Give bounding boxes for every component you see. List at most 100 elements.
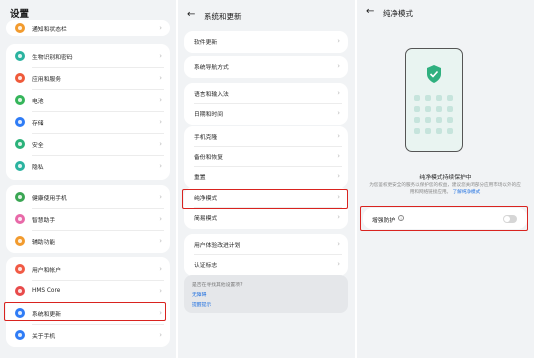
shield-icon bbox=[427, 65, 441, 83]
settings-item-label: 电池 bbox=[32, 98, 44, 105]
description-text: 为您鉴权更安全的服务以保护您的权益，建议您关闭部分应用市场以外的应用和网络链接应… bbox=[369, 183, 521, 195]
settings-item[interactable]: 生物识别和密码 › bbox=[6, 45, 170, 67]
system-item[interactable]: 语言和输入法 › bbox=[184, 83, 348, 103]
settings-item[interactable]: 健康使用手机 › bbox=[6, 186, 170, 208]
settings-item[interactable]: 用户和帐户 › bbox=[6, 258, 170, 280]
system-item[interactable]: 软件更新 › bbox=[184, 31, 348, 51]
chevron-right-icon: › bbox=[159, 74, 162, 82]
settings-item[interactable]: 电池 › bbox=[6, 89, 170, 111]
settings-item[interactable]: 存储 › bbox=[6, 111, 170, 133]
learn-more-link[interactable]: 了解纯净模式 bbox=[453, 190, 481, 195]
chevron-right-icon: › bbox=[159, 237, 162, 245]
settings-item[interactable]: 辅助功能 › bbox=[6, 230, 170, 252]
help-link-accessibility[interactable]: 无障碍 bbox=[192, 291, 206, 298]
settings-item[interactable]: HMS Core › bbox=[6, 280, 170, 302]
system-item[interactable]: 认证标志 › bbox=[184, 254, 348, 274]
hms-core-icon bbox=[15, 286, 25, 296]
settings-item[interactable]: 智慧助手 › bbox=[6, 208, 170, 230]
settings-item[interactable]: 关于手机 › bbox=[6, 324, 170, 346]
chevron-right-icon: › bbox=[159, 96, 162, 104]
settings-item-label: 关于手机 bbox=[32, 333, 56, 340]
system-group: 软件更新 › bbox=[184, 31, 348, 53]
assistant-icon bbox=[15, 214, 25, 224]
app-placeholder bbox=[414, 95, 420, 101]
settings-item[interactable]: 应用和服务 › bbox=[6, 67, 170, 89]
user-icon bbox=[15, 264, 25, 274]
settings-top-card: 通知和状态栏 › bbox=[6, 20, 170, 36]
settings-panel: 设置 通知和状态栏 › 生物识别和密码 › 应用和服务 › 电池 › 存储 › 安全 › 隐私 › 健… bbox=[0, 0, 176, 358]
chevron-right-icon: › bbox=[159, 265, 162, 273]
help-card: 是否在寻找其他设置项? 无障碍 提醒提示 bbox=[184, 275, 348, 313]
system-item[interactable]: 重置 › bbox=[184, 166, 348, 186]
about-phone-icon bbox=[15, 330, 25, 340]
settings-group-1: 生物识别和密码 › 应用和服务 › 电池 › 存储 › 安全 › 隐私 › bbox=[6, 44, 170, 180]
system-item-label: 软件更新 bbox=[194, 39, 218, 46]
chevron-right-icon: › bbox=[337, 109, 340, 117]
system-item[interactable]: 备份和恢复 › bbox=[184, 146, 348, 166]
app-placeholder bbox=[414, 128, 420, 134]
settings-item-label: 隐私 bbox=[32, 164, 44, 171]
pure-mode-description: 为您鉴权更安全的服务以保护您的权益，建议您关闭部分应用市场以外的应用和网络链接应… bbox=[369, 183, 521, 196]
chevron-right-icon: › bbox=[159, 215, 162, 223]
app-placeholder bbox=[425, 95, 431, 101]
arrow-left-icon[interactable]: ← bbox=[187, 9, 195, 20]
system-item[interactable]: 系统导航方式 › bbox=[184, 56, 348, 76]
system-update-panel: ← 系统和更新 软件更新 › 系统导航方式 › 语言和输入法 › 日期和时间 › 手机克隆 › 备份… bbox=[178, 0, 355, 358]
chevron-right-icon: › bbox=[337, 62, 340, 70]
chevron-right-icon: › bbox=[159, 52, 162, 60]
app-placeholder bbox=[447, 117, 453, 123]
chevron-right-icon: › bbox=[337, 152, 340, 160]
settings-item-label: HMS Core bbox=[32, 288, 61, 294]
chevron-right-icon: › bbox=[159, 331, 162, 339]
app-placeholder bbox=[414, 106, 420, 112]
chevron-right-icon: › bbox=[159, 140, 162, 148]
chevron-right-icon: › bbox=[337, 213, 340, 221]
settings-item[interactable]: 安全 › bbox=[6, 133, 170, 155]
chevron-right-icon: › bbox=[337, 172, 340, 180]
help-link-reminders[interactable]: 提醒提示 bbox=[192, 301, 211, 308]
system-item[interactable]: 简易模式 › bbox=[184, 207, 348, 227]
security-icon bbox=[15, 139, 25, 149]
pure-mode-panel: ← 纯净模式 纯净模式持续保护中 为您鉴权更安全的服务以保护您的权益，建议您关闭… bbox=[357, 0, 534, 358]
system-item[interactable]: 手机克隆 › bbox=[184, 126, 348, 146]
system-group: 用户体验改进计划 › 认证标志 › bbox=[184, 234, 348, 276]
app-placeholder bbox=[414, 117, 420, 123]
system-item-label: 手机克隆 bbox=[194, 134, 218, 141]
chevron-right-icon: › bbox=[337, 37, 340, 45]
system-item-label: 语言和输入法 bbox=[194, 91, 229, 98]
app-placeholder bbox=[447, 95, 453, 101]
settings-item-label: 辅助功能 bbox=[32, 239, 56, 246]
pure-mode-status-title: 纯净模式持续保护中 bbox=[419, 175, 472, 181]
system-update-title: 系统和更新 bbox=[204, 12, 242, 21]
highlight-enhanced-protection bbox=[360, 206, 528, 231]
chevron-right-icon: › bbox=[337, 260, 340, 268]
system-item-label: 备份和恢复 bbox=[194, 154, 223, 161]
system-item[interactable]: 用户体验改进计划 › bbox=[184, 234, 348, 254]
system-group: 语言和输入法 › 日期和时间 › bbox=[184, 83, 348, 125]
app-placeholder bbox=[425, 117, 431, 123]
health-icon bbox=[15, 192, 25, 202]
app-placeholder bbox=[436, 117, 442, 123]
accessibility-icon bbox=[15, 236, 25, 246]
app-placeholder bbox=[436, 106, 442, 112]
settings-item-notifications[interactable]: 通知和状态栏 › bbox=[6, 17, 170, 39]
chevron-right-icon: › bbox=[159, 193, 162, 201]
system-item[interactable]: 日期和时间 › bbox=[184, 103, 348, 123]
settings-item[interactable]: 隐私 › bbox=[6, 155, 170, 177]
fingerprint-icon bbox=[15, 51, 25, 61]
settings-item-label: 智慧助手 bbox=[32, 217, 56, 224]
chevron-right-icon: › bbox=[337, 240, 340, 248]
highlight-pure-mode bbox=[182, 189, 348, 209]
arrow-left-icon[interactable]: ← bbox=[366, 6, 374, 17]
chevron-right-icon: › bbox=[337, 89, 340, 97]
settings-item-label: 生物识别和密码 bbox=[32, 54, 73, 61]
app-placeholder bbox=[425, 106, 431, 112]
app-placeholder bbox=[425, 128, 431, 134]
help-question: 是否在寻找其他设置项? bbox=[192, 283, 243, 288]
chevron-right-icon: › bbox=[337, 132, 340, 140]
battery-icon bbox=[15, 95, 25, 105]
system-item-label: 认证标志 bbox=[194, 262, 218, 269]
settings-group-2: 健康使用手机 › 智慧助手 › 辅助功能 › bbox=[6, 185, 170, 253]
highlight-system-update bbox=[4, 302, 166, 321]
app-placeholder bbox=[447, 128, 453, 134]
